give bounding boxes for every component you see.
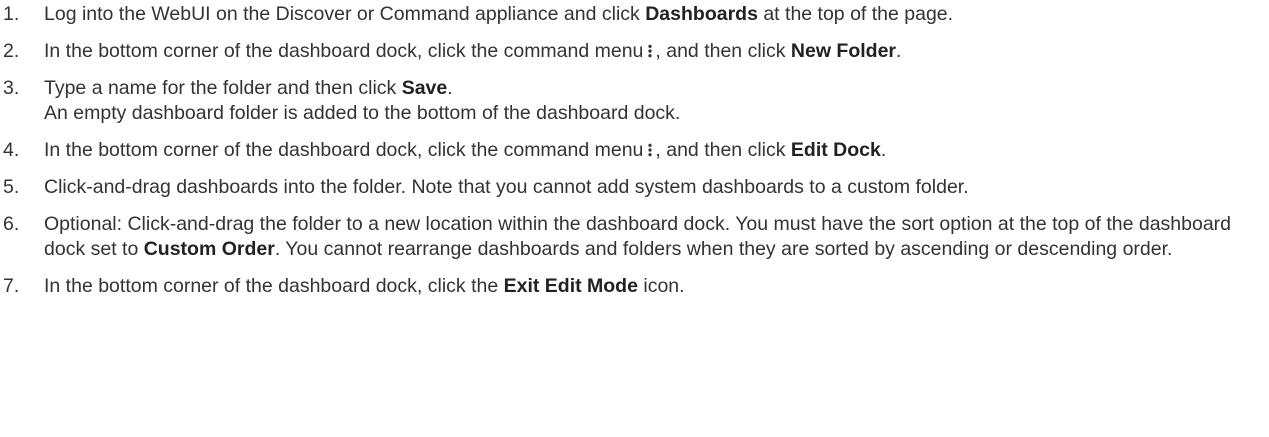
instruction-steps: 1. Log into the WebUI on the Discover or…	[0, 2, 1269, 299]
kebab-menu-icon	[648, 143, 653, 157]
step-text: .	[880, 139, 887, 161]
ui-term-save: Save	[401, 77, 448, 99]
step-text: , and then click	[655, 139, 791, 161]
step-number: 1.	[3, 3, 20, 25]
step-text: at the top of the page.	[757, 3, 954, 25]
ui-term-exit-edit-mode: Exit Edit Mode	[503, 275, 638, 297]
step-number: 5.	[3, 176, 20, 198]
step-number: 7.	[3, 275, 20, 297]
step-text: .	[896, 40, 902, 62]
step-number: 4.	[3, 139, 20, 161]
step-text: . You cannot rearrange dashboards and fo…	[274, 238, 1173, 260]
step-text: In the bottom corner of the dashboard do…	[44, 40, 644, 62]
step-3: 3. Type a name for the folder and then c…	[0, 76, 1259, 126]
kebab-menu-icon	[648, 44, 653, 58]
step-line: Type a name for the folder and then clic…	[44, 76, 1259, 101]
step-text: Log into the WebUI on the Discover or Co…	[44, 3, 646, 25]
ui-term-new-folder: New Folder	[790, 40, 897, 62]
step-text: In the bottom corner of the dashboard do…	[44, 139, 644, 161]
step-text: In the bottom corner of the dashboard do…	[44, 275, 504, 297]
ui-term-custom-order: Custom Order	[143, 238, 275, 260]
step-1: 1. Log into the WebUI on the Discover or…	[0, 2, 1259, 27]
step-number: 3.	[3, 77, 20, 99]
step-text: Click-and-drag dashboards into the folde…	[44, 176, 969, 198]
step-number: 6.	[3, 213, 20, 235]
step-4: 4. In the bottom corner of the dashboard…	[0, 138, 1259, 163]
ui-term-dashboards: Dashboards	[645, 3, 758, 25]
step-text: Type a name for the folder and then clic…	[44, 77, 402, 99]
step-number: 2.	[3, 40, 20, 62]
step-2: 2. In the bottom corner of the dashboard…	[0, 39, 1259, 64]
step-5: 5. Click-and-drag dashboards into the fo…	[0, 175, 1259, 200]
step-text: .	[447, 77, 453, 99]
step-result-text: An empty dashboard folder is added to th…	[44, 102, 681, 124]
step-6: 6. Optional: Click-and-drag the folder t…	[0, 212, 1259, 262]
ui-term-edit-dock: Edit Dock	[790, 139, 881, 161]
step-7: 7. In the bottom corner of the dashboard…	[0, 274, 1259, 299]
step-text: , and then click	[655, 40, 791, 62]
step-text: icon.	[637, 275, 685, 297]
